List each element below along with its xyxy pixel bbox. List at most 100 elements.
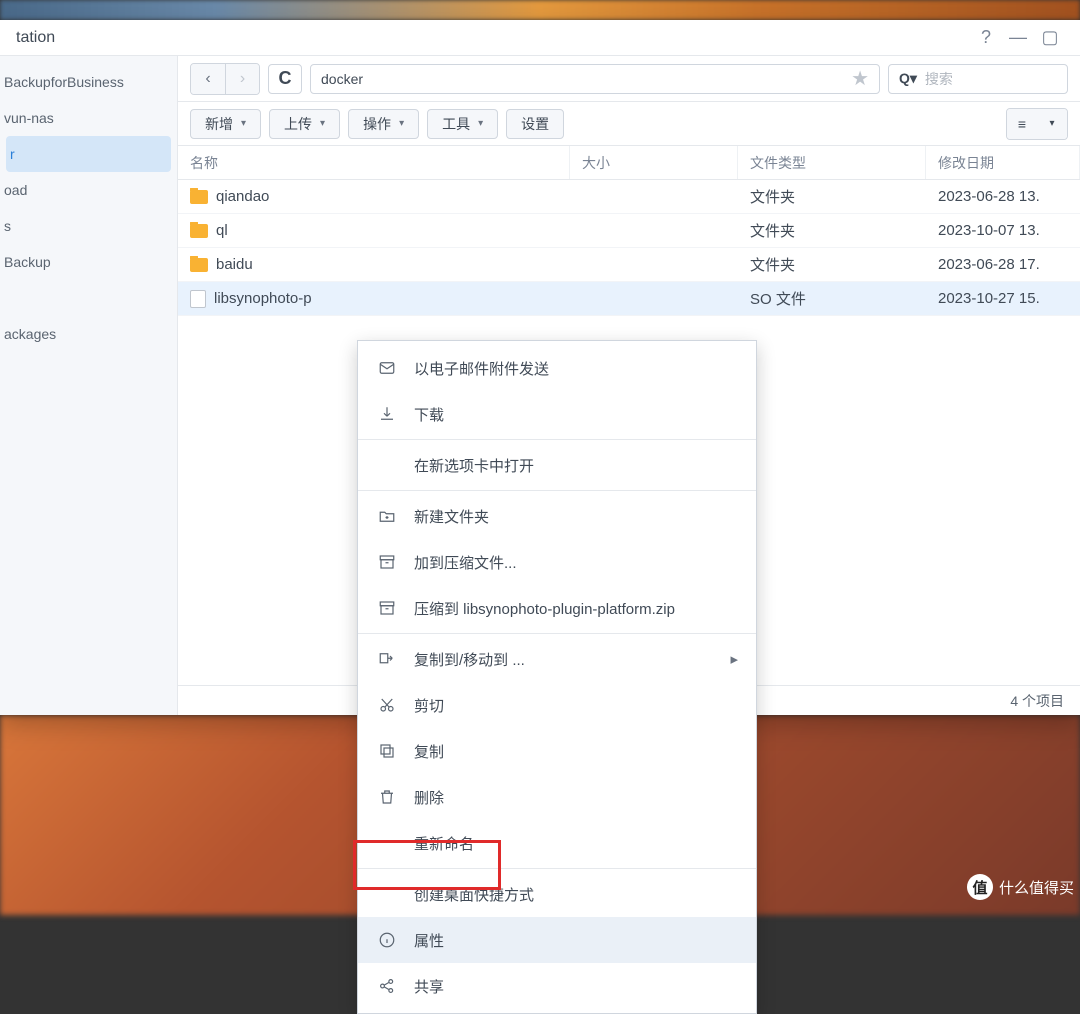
menu-item-9[interactable]: 复制到/移动到 ... ▸	[358, 636, 756, 682]
menu-item-17[interactable]: 共享	[358, 963, 756, 1009]
table-row[interactable]: qiandao文件夹2023-06-28 13.	[178, 180, 1080, 214]
menu-label: 复制	[414, 741, 444, 762]
menu-item-10[interactable]: 剪切	[358, 682, 756, 728]
table-row[interactable]: libsynophoto-p SO 文件2023-10-27 15.	[178, 282, 1080, 316]
new-button[interactable]: 新增	[190, 109, 261, 139]
toolbar-actions-row: 新增 上传 操作 工具 设置 ≡ ▾	[178, 102, 1080, 146]
sidebar-item-7[interactable]: ackages	[0, 316, 177, 352]
action-button[interactable]: 操作	[348, 109, 419, 139]
menu-label: 在新选项卡中打开	[414, 455, 534, 476]
menu-label: 下载	[414, 404, 444, 425]
menu-label: 删除	[414, 787, 444, 808]
menu-item-1[interactable]: 下载	[358, 391, 756, 437]
sidebar-item-2[interactable]: r	[6, 136, 171, 172]
path-input[interactable]: docker ★	[310, 64, 880, 94]
menu-item-13[interactable]: 重新命名	[358, 820, 756, 866]
maximize-button[interactable]: ▢	[1036, 24, 1064, 52]
folder-icon	[190, 224, 208, 238]
menu-label: 加到压缩文件...	[414, 552, 517, 573]
sidebar-item-5[interactable]: Backup	[0, 244, 177, 280]
watermark: 值 什么值得买	[967, 874, 1074, 900]
menu-item-6[interactable]: 加到压缩文件...	[358, 539, 756, 585]
menu-separator	[358, 868, 756, 869]
search-input[interactable]: Q▾ 搜索	[888, 64, 1068, 94]
file-type: 文件夹	[738, 220, 926, 241]
nav-group: ‹ ›	[190, 63, 260, 95]
nav-back-button[interactable]: ‹	[191, 64, 225, 94]
table-row[interactable]: ql 文件夹2023-10-07 13.	[178, 214, 1080, 248]
upload-button[interactable]: 上传	[269, 109, 340, 139]
context-menu: 以电子邮件附件发送下载在新选项卡中打开新建文件夹加到压缩文件... 压缩到 lib…	[357, 340, 757, 1014]
menu-item-15[interactable]: 创建桌面快捷方式	[358, 871, 756, 917]
archive-icon	[376, 599, 398, 617]
archive-icon	[376, 553, 398, 571]
watermark-icon: 值	[967, 874, 993, 900]
file-date: 2023-10-27 15.	[926, 290, 1080, 307]
menu-label: 压缩到 libsynophoto-plugin-platform.zip	[414, 598, 675, 619]
menu-label: 共享	[414, 976, 444, 997]
sidebar: BackupforBusinessvun-nasroadsBackup ackag…	[0, 56, 178, 715]
search-icon: Q▾	[899, 70, 917, 87]
minimize-button[interactable]: —	[1004, 24, 1032, 52]
path-text: docker	[321, 71, 363, 87]
item-count: 4 个项目	[1010, 691, 1064, 711]
menu-label: 重新命名	[414, 833, 474, 854]
star-icon[interactable]: ★	[851, 66, 869, 91]
menu-label: 复制到/移动到 ...	[414, 649, 525, 670]
table-row[interactable]: baidu 文件夹2023-06-28 17.	[178, 248, 1080, 282]
share-icon	[376, 977, 398, 995]
reload-button[interactable]: C	[268, 64, 302, 94]
download-icon	[376, 405, 398, 423]
menu-item-7[interactable]: 压缩到 libsynophoto-plugin-platform.zip	[358, 585, 756, 631]
folder-icon	[190, 190, 208, 204]
newfolder-icon	[376, 507, 398, 525]
menu-item-12[interactable]: 删除	[358, 774, 756, 820]
view-list-button[interactable]: ≡	[1007, 109, 1037, 139]
col-size[interactable]: 大小	[570, 146, 738, 179]
menu-label: 属性	[414, 930, 444, 951]
file-date: 2023-06-28 17.	[926, 256, 1080, 273]
menu-item-16[interactable]: 属性	[358, 917, 756, 963]
file-icon	[190, 290, 206, 308]
file-date: 2023-10-07 13.	[926, 222, 1080, 239]
sidebar-item-6[interactable]	[0, 280, 177, 316]
menu-separator	[358, 439, 756, 440]
col-date[interactable]: 修改日期	[926, 146, 1080, 179]
menu-item-5[interactable]: 新建文件夹	[358, 493, 756, 539]
menu-label: 以电子邮件附件发送	[414, 358, 549, 379]
col-name[interactable]: 名称	[178, 146, 570, 179]
view-toggle: ≡ ▾	[1006, 108, 1068, 140]
menu-item-3[interactable]: 在新选项卡中打开	[358, 442, 756, 488]
view-more-button[interactable]: ▾	[1037, 109, 1067, 139]
trash-icon	[376, 788, 398, 806]
sidebar-item-3[interactable]: oad	[0, 172, 177, 208]
settings-button[interactable]: 设置	[506, 109, 564, 139]
search-placeholder: 搜索	[925, 69, 953, 89]
chevron-right-icon: ▸	[730, 650, 738, 668]
mail-icon	[376, 359, 398, 377]
file-type: SO 文件	[738, 288, 926, 309]
file-name: baidu	[216, 256, 253, 273]
sidebar-item-4[interactable]: s	[0, 208, 177, 244]
col-type[interactable]: 文件类型	[738, 146, 926, 179]
nav-forward-button[interactable]: ›	[225, 64, 259, 94]
move-icon	[376, 650, 398, 668]
watermark-text: 什么值得买	[999, 877, 1074, 898]
menu-separator	[358, 633, 756, 634]
help-button[interactable]: ?	[972, 24, 1000, 52]
copy-icon	[376, 742, 398, 760]
file-name: ql	[216, 222, 228, 239]
sidebar-item-1[interactable]: vun-nas	[0, 100, 177, 136]
menu-item-0[interactable]: 以电子邮件附件发送	[358, 345, 756, 391]
toolbar-nav-row: ‹ › C docker ★ Q▾ 搜索	[178, 56, 1080, 102]
menu-label: 剪切	[414, 695, 444, 716]
tool-button[interactable]: 工具	[427, 109, 498, 139]
file-type: 文件夹	[738, 186, 926, 207]
menu-separator	[358, 490, 756, 491]
sidebar-item-0[interactable]: BackupforBusiness	[0, 64, 177, 100]
cut-icon	[376, 696, 398, 714]
menu-item-11[interactable]: 复制	[358, 728, 756, 774]
file-type: 文件夹	[738, 254, 926, 275]
file-name: libsynophoto-p	[214, 290, 312, 307]
window-title: tation	[16, 29, 55, 47]
